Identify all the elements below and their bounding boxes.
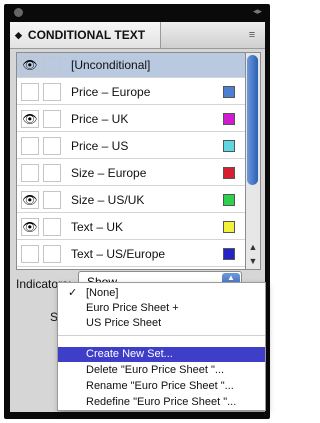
condition-row[interactable]: Price – Europe (17, 80, 245, 105)
condition-row[interactable]: 👁 Size – US/UK (17, 188, 245, 213)
set-menu-action[interactable]: Delete "Euro Price Sheet "... (58, 363, 265, 378)
condition-row[interactable]: 👁 Price – UK (17, 107, 245, 132)
menu-separator (58, 335, 265, 336)
condition-label: Price – US (71, 139, 129, 153)
panel-titlebar: ◆ CONDITIONAL TEXT ≡ (10, 22, 265, 49)
eye-icon[interactable]: 👁 (21, 110, 39, 128)
condition-label: Size – US/UK (71, 193, 145, 207)
condition-label: Price – UK (71, 112, 129, 126)
condition-option-cell[interactable] (43, 245, 61, 263)
scroll-up-arrow-icon[interactable]: ▲ (247, 241, 259, 253)
condition-option-cell[interactable] (43, 218, 61, 236)
conditions-list: 👁 [Unconditional] Price – Europe 👁 Price – U… (16, 52, 246, 270)
condition-row[interactable]: Text – US/Europe (17, 242, 245, 267)
set-menu-action-label: Rename "Euro Price Sheet "... (86, 380, 234, 392)
set-menu-item[interactable]: US Price Sheet (58, 316, 265, 331)
panel-menu-icon[interactable]: ≡ (245, 28, 259, 42)
panel-top-strip: ◂▸ (4, 4, 270, 22)
condition-color-swatch (223, 248, 235, 260)
close-dot-icon[interactable] (14, 8, 23, 17)
condition-label: Price – Europe (71, 85, 151, 99)
set-menu-action[interactable]: Rename "Euro Price Sheet "... (58, 379, 265, 394)
condition-row[interactable]: Size – Europe (17, 161, 245, 186)
set-menu-action-label: Create New Set... (86, 348, 173, 360)
set-menu-item-label: [None] (86, 287, 119, 299)
eye-icon[interactable]: 👁 (21, 56, 39, 74)
set-menu-action-label: Delete "Euro Price Sheet "... (86, 364, 225, 376)
condition-option-cell[interactable] (43, 164, 61, 182)
set-menu-item[interactable]: ✓ [None] (58, 286, 265, 301)
condition-color-swatch (223, 140, 235, 152)
eye-icon[interactable]: 👁 (21, 218, 39, 236)
set-menu-item[interactable]: Euro Price Sheet + (58, 301, 265, 316)
set-menu-item-label: US Price Sheet (86, 317, 162, 329)
condition-color-swatch (223, 194, 235, 206)
condition-color-swatch (223, 221, 235, 233)
condition-option-cell[interactable] (43, 137, 61, 155)
condition-color-swatch (223, 86, 235, 98)
panel-title: CONDITIONAL TEXT (27, 28, 146, 42)
condition-row[interactable]: 👁 Text – UK (17, 215, 245, 240)
condition-label: Text – US/Europe (71, 247, 166, 261)
checkmark-icon: ✓ (68, 287, 78, 299)
conditions-scrollbar[interactable]: ▲ ▼ (246, 52, 261, 270)
condition-option-cell[interactable] (43, 110, 61, 128)
condition-row[interactable]: Price – US (17, 134, 245, 159)
visibility-toggle[interactable] (21, 83, 39, 101)
scroll-thumb[interactable] (247, 55, 258, 185)
condition-label: Text – UK (71, 220, 124, 234)
set-menu-action-label: Redefine "Euro Price Sheet "... (86, 396, 237, 408)
visibility-toggle[interactable] (21, 245, 39, 263)
condition-color-swatch (223, 167, 235, 179)
set-menu-item-label: Euro Price Sheet + (86, 302, 179, 314)
condition-label: [Unconditional] (71, 58, 151, 72)
set-menu-action[interactable]: Redefine "Euro Price Sheet "... (58, 395, 265, 410)
condition-option-cell[interactable] (43, 191, 61, 209)
condition-color-swatch (223, 113, 235, 125)
set-menu-action[interactable]: Create New Set... (58, 347, 265, 362)
scroll-down-arrow-icon[interactable]: ▼ (247, 255, 259, 267)
tab-diamond-icon: ◆ (15, 29, 22, 40)
condition-option-cell[interactable] (43, 83, 61, 101)
condition-row[interactable]: 👁 [Unconditional] (17, 53, 245, 78)
panel-tab[interactable]: ◆ CONDITIONAL TEXT (10, 22, 161, 48)
condition-option-cell[interactable] (43, 56, 61, 74)
collapse-arrows-icon[interactable]: ◂▸ (253, 6, 262, 17)
set-popup-menu: ✓ [None] Euro Price Sheet + US Price Sheet C… (57, 282, 266, 411)
condition-label: Size – Europe (71, 166, 147, 180)
eye-icon[interactable]: 👁 (21, 191, 39, 209)
visibility-toggle[interactable] (21, 137, 39, 155)
visibility-toggle[interactable] (21, 164, 39, 182)
